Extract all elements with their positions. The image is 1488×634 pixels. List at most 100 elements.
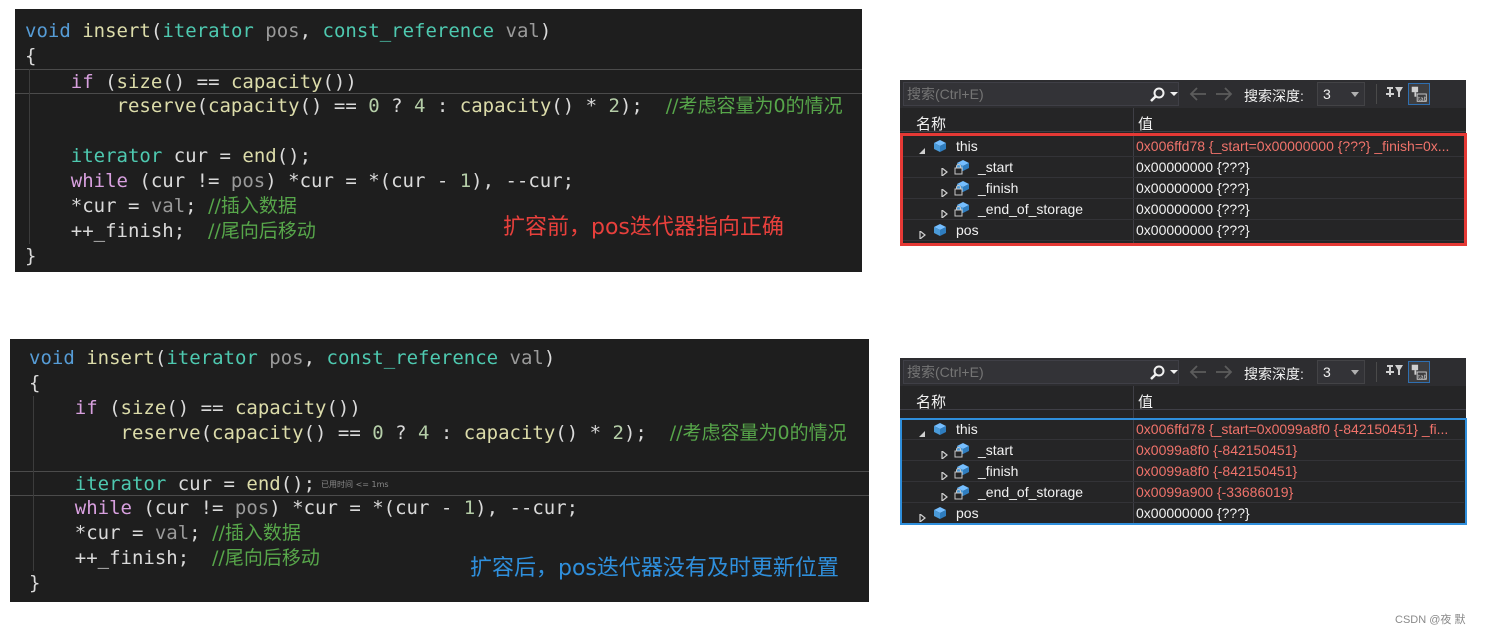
watch-row-end-of-storage[interactable]: _end_of_storage 0x0099a900 {-33686019} [902,482,1464,503]
search-depth-value: 3 [1323,364,1331,380]
expanded-triangle-icon[interactable] [918,425,926,437]
code-token: () == [166,397,235,419]
watch-row-value[interactable]: 0x00000000 {???} [1136,222,1460,238]
watch-row-value[interactable]: 0x00000000 {???} [1136,505,1460,521]
code-token: ) *cur = *(cur - [269,497,464,519]
watch-row-pos[interactable]: pos 0x00000000 {???} [902,503,1464,524]
code-token: iterator [70,145,163,167]
toolbar-separator [1376,362,1377,382]
code-token: iterator [162,20,254,42]
code-token: capacity [463,422,556,444]
expanded-triangle-icon[interactable] [918,142,926,154]
code-token: if [70,71,94,93]
chevron-down-icon[interactable] [1170,368,1178,376]
perf-tip: 已用时间 <= 1ms [321,480,389,489]
watch-row-start[interactable]: _start 0x0099a8f0 {-842150451} [902,440,1464,461]
collapsed-triangle-icon[interactable] [940,205,948,220]
search-input[interactable] [904,83,1144,105]
collapsed-triangle-icon[interactable] [940,488,948,503]
watch-row-name: pos [956,505,979,521]
watch-row-value[interactable]: 0x006ffd78 {_start=0x0099a8f0 {-84215045… [1136,421,1460,437]
watch-row-name: this [956,138,978,154]
watch-row-value[interactable]: 0x00000000 {???} [1136,159,1460,175]
code-token: //插入数据 [212,522,301,544]
watch-row-value[interactable]: 0x0099a8f0 {-842150451} [1136,463,1460,479]
watch-row-value[interactable]: 0x0099a900 {-33686019} [1136,484,1460,500]
pin-filter-icon[interactable] [1382,361,1404,383]
view-format-icon[interactable]: tab [1408,361,1430,383]
code-token: ( [154,347,167,369]
code-token: val [509,347,544,369]
search-box[interactable] [903,82,1179,106]
watch-row-value[interactable]: 0x00000000 {???} [1136,201,1460,217]
collapsed-triangle-icon[interactable] [918,226,926,241]
code-token: : [425,95,460,117]
watch-row-value[interactable]: 0x0099a8f0 {-842150451} [1136,442,1460,458]
code-line: if (size() == capacity()) [10,396,869,421]
collapsed-triangle-icon[interactable] [940,467,948,482]
collapsed-triangle-icon[interactable] [918,509,926,524]
watch-row-pos[interactable]: pos 0x00000000 {???} [902,220,1464,241]
code-token: (cur != [127,170,231,192]
code-token: //尾向后移动 [212,547,320,569]
code-token: = [208,145,243,167]
code-token: { [29,372,41,394]
arrow-right-icon[interactable] [1214,85,1234,103]
code-token: *cur = [25,195,151,217]
watch-row-this[interactable]: this 0x006ffd78 {_start=0x0099a8f0 {-8421… [902,419,1464,440]
code-token: () * [555,422,613,444]
code-token: val [505,20,540,42]
watch-row-value[interactable]: 0x00000000 {???} [1136,180,1460,196]
code-token: ) [543,347,556,369]
chevron-down-icon[interactable] [1170,90,1178,98]
column-header-name[interactable]: 名称 [916,391,946,412]
code-token: { [25,45,37,67]
column-header-value[interactable]: 值 [1138,391,1153,412]
search-icon[interactable] [1148,86,1166,104]
watch-row-this[interactable]: this 0x006ffd78 {_start=0x00000000 {???} … [902,136,1464,157]
code-token: () == [303,422,373,444]
search-input[interactable] [904,361,1144,383]
collapsed-triangle-icon[interactable] [940,163,948,178]
collapsed-triangle-icon[interactable] [940,446,948,461]
search-depth-select[interactable]: 3 [1317,82,1365,106]
code-token: pos [230,170,266,192]
watch-row-finish[interactable]: _finish 0x0099a8f0 {-842150451} [902,461,1464,482]
code-token: ), --cur; [471,170,575,192]
arrow-left-icon[interactable] [1188,85,1208,103]
arrow-left-icon[interactable] [1188,363,1208,381]
collapsed-triangle-icon[interactable] [940,184,948,199]
watch-toolbar: 搜索深度: 3 tab [900,80,1466,108]
code-line: iterator cur = end(); 已用时间 <= 1ms [10,471,869,496]
watch-row-start[interactable]: _start 0x00000000 {???} [902,157,1464,178]
watch-row-end-of-storage[interactable]: _end_of_storage 0x00000000 {???} [902,199,1464,220]
arrow-right-icon[interactable] [1214,363,1234,381]
watch-row-value[interactable]: 0x006ffd78 {_start=0x00000000 {???} _fin… [1136,138,1460,154]
code-token: size [120,397,167,419]
code-token: ( [97,397,121,419]
code-token: ()) [322,71,357,93]
code-line: while (cur != pos) *cur = *(cur - 1), --… [15,169,862,194]
column-header-value[interactable]: 值 [1138,113,1153,134]
watch-row-finish[interactable]: _finish 0x00000000 {???} [902,178,1464,199]
code-token: } [29,572,41,594]
column-header-name[interactable]: 名称 [916,113,946,134]
code-token: insert [86,347,155,369]
code-token: 2 [612,422,624,444]
pin-filter-icon[interactable] [1382,83,1404,105]
code-token: ) [539,20,552,42]
search-depth-select[interactable]: 3 [1317,360,1365,384]
indent-guide [33,396,34,571]
code-line: while (cur != pos) *cur = *(cur - 1), --… [10,496,869,521]
search-icon[interactable] [1148,364,1166,382]
watch-row-name: _finish [978,180,1019,196]
code-token: = [212,473,247,495]
private-field-icon [954,463,970,479]
code-token: () == [299,95,369,117]
view-format-icon[interactable]: tab [1408,83,1430,105]
code-token: capacity [459,95,552,117]
search-box[interactable] [903,360,1179,384]
